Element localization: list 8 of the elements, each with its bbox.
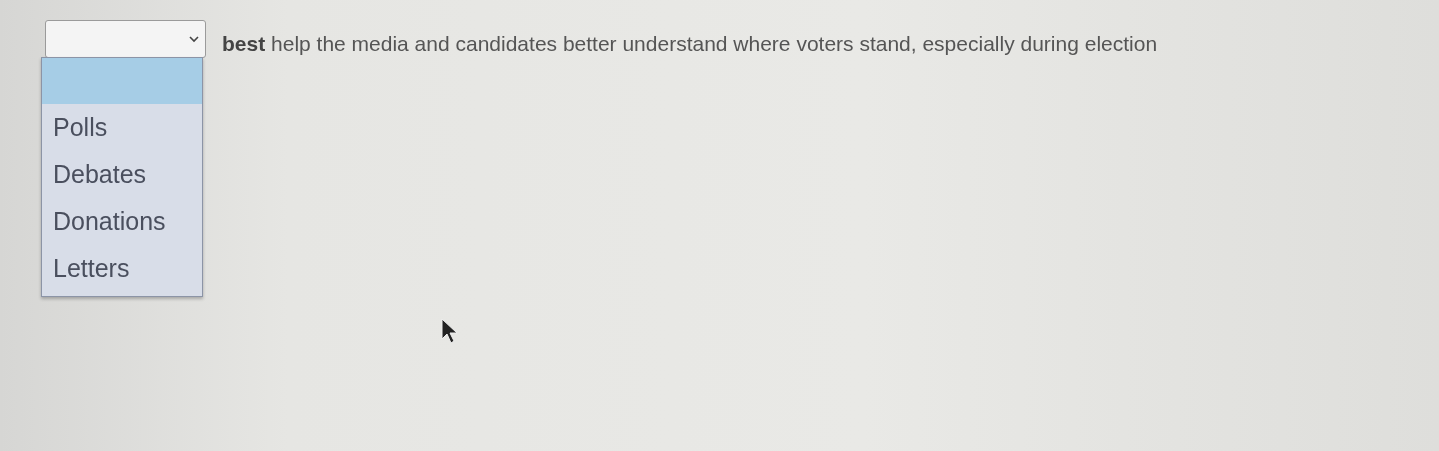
dropdown-option[interactable]: Polls [42,104,202,151]
mouse-cursor-icon [441,318,459,344]
dropdown-option[interactable]: Debates [42,151,202,198]
dropdown-option[interactable]: Letters [42,245,202,292]
dropdown-option[interactable]: Donations [42,198,202,245]
dropdown-select[interactable] [45,20,206,58]
caret-icon [189,35,199,43]
question-text: best help the media and candidates better understand where voters stand, especially during election [222,32,1158,56]
